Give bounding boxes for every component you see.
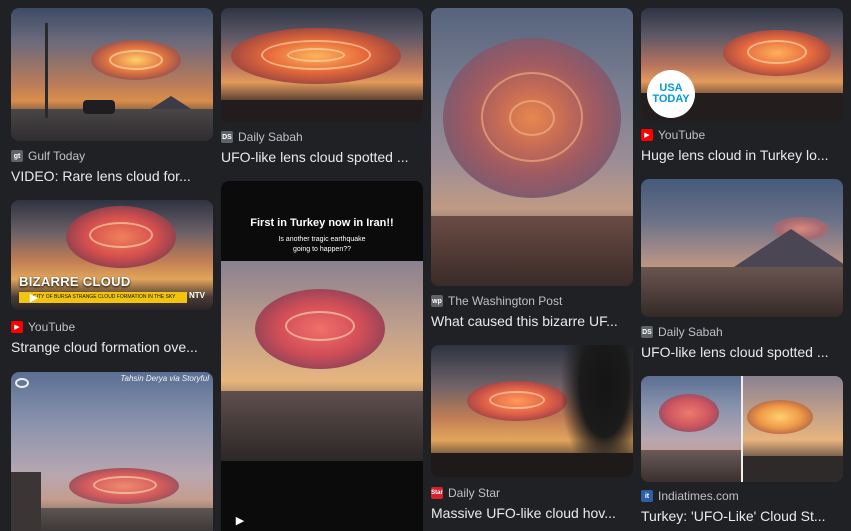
gulf-today-icon: gt <box>11 150 23 162</box>
result-thumbnail[interactable] <box>641 376 843 482</box>
result-source: Star Daily Star <box>431 485 633 501</box>
result-card-indiatimes[interactable]: it Indiatimes.com Turkey: 'UFO-Like' Clo… <box>641 376 843 531</box>
result-source: wp The Washington Post <box>431 293 633 309</box>
video-overlay-subtext: Is another tragic earthquake <box>278 236 366 243</box>
washington-post-icon: wp <box>431 295 443 307</box>
street-pole <box>45 23 48 118</box>
result-card-daily-star[interactable]: Star Daily Star Massive UFO-like cloud h… <box>431 345 633 525</box>
lens-cloud <box>659 394 719 432</box>
result-thumbnail[interactable]: BIZARRE CLOUD FORMATION CITY OF BURSA ST… <box>11 200 213 310</box>
lens-cloud <box>747 400 813 434</box>
daily-sabah-icon: DS <box>641 326 653 338</box>
usa-today-logo: USA TODAY <box>647 70 695 118</box>
source-name: YouTube <box>658 128 706 142</box>
source-name: The Washington Post <box>448 294 563 308</box>
play-icon[interactable]: ▶ <box>23 286 45 308</box>
cloud-ring <box>89 222 153 248</box>
result-card-daily-sabah[interactable]: DS Daily Sabah UFO-like lens cloud spott… <box>221 8 423 168</box>
result-source: DS Daily Sabah <box>221 129 423 145</box>
cloud-ring <box>109 50 163 70</box>
youtube-icon: ▶ <box>641 129 653 141</box>
source-name: Daily Sabah <box>658 325 723 339</box>
result-card-gulf-today[interactable]: gt Gulf Today VIDEO: Rare lens cloud for… <box>11 8 213 186</box>
result-title[interactable]: Massive UFO-like cloud hov... <box>431 504 633 522</box>
result-source: ▶ YouTube <box>641 127 843 143</box>
source-name: YouTube <box>28 320 76 334</box>
source-name: Gulf Today <box>28 149 86 163</box>
cloud-ring <box>489 391 545 409</box>
result-card-daily-sabah-2[interactable]: DS Daily Sabah UFO-like lens cloud spott… <box>641 179 843 365</box>
result-thumbnail[interactable]: First in Turkey now in Iran!! Is another… <box>221 181 423 531</box>
indiatimes-icon: it <box>641 490 653 502</box>
thumbnail-right-half <box>743 376 843 482</box>
city-hillside <box>431 216 633 286</box>
result-thumbnail[interactable] <box>641 179 843 317</box>
result-title[interactable]: Turkey: 'UFO-Like' Cloud St... <box>641 507 843 525</box>
result-source: DS Daily Sabah <box>641 324 843 340</box>
video-overlay-heading: First in Turkey now in Iran!! <box>250 217 394 229</box>
result-source: ▶ YouTube <box>11 319 213 335</box>
result-title[interactable]: VIDEO: Rare lens cloud for... <box>11 167 213 185</box>
result-title[interactable]: Huge lens cloud in Turkey lo... <box>641 146 843 164</box>
result-title[interactable]: UFO-like lens cloud spotted ... <box>221 148 423 166</box>
buildings <box>641 450 741 482</box>
hills <box>743 456 843 482</box>
city <box>641 267 843 317</box>
video-overlay-subtext: going to happen?? <box>293 246 351 253</box>
result-title[interactable]: UFO-like lens cloud spotted ... <box>641 343 843 361</box>
result-title[interactable]: Strange cloud formation ove... <box>11 338 213 356</box>
result-card-storyful[interactable]: Tahsin Derya via Storyful <box>11 372 213 531</box>
cloud-ring <box>285 311 355 341</box>
result-thumbnail[interactable] <box>221 8 423 122</box>
daily-sabah-icon: DS <box>221 131 233 143</box>
daily-star-icon: Star <box>431 487 443 499</box>
rooftops <box>11 508 213 531</box>
result-source: it Indiatimes.com <box>641 488 843 504</box>
thumbnail-left-half <box>641 376 741 482</box>
mountain <box>731 229 843 269</box>
channel-logo: NTV <box>189 291 205 300</box>
result-card-iran-video[interactable]: First in Turkey now in Iran!! Is another… <box>221 181 423 531</box>
cloud-ring <box>287 48 345 62</box>
car <box>83 100 115 114</box>
source-name: Daily Star <box>448 486 501 500</box>
play-icon[interactable]: ▶ <box>229 509 251 531</box>
eye-icon[interactable] <box>15 378 29 388</box>
result-card-youtube-bizarre[interactable]: BIZARRE CLOUD FORMATION CITY OF BURSA ST… <box>11 200 213 362</box>
cloud-ring <box>747 40 807 64</box>
cloud-ring <box>509 100 555 136</box>
image-credit: Tahsin Derya via Storyful <box>120 374 209 383</box>
cloud-ring <box>93 476 157 494</box>
video-frame <box>221 261 423 461</box>
result-thumbnail[interactable]: Tahsin Derya via Storyful <box>11 372 213 531</box>
source-name: Indiatimes.com <box>658 489 739 503</box>
result-thumbnail[interactable] <box>11 8 213 141</box>
result-card-washington-post[interactable]: wp The Washington Post What caused this … <box>431 8 633 333</box>
apartment-buildings <box>221 391 423 461</box>
result-card-usa-today[interactable]: USA TODAY ▶ YouTube Huge lens cloud in T… <box>641 8 843 168</box>
hills <box>431 453 633 477</box>
result-thumbnail[interactable]: USA TODAY <box>641 8 843 121</box>
rooftops <box>221 100 423 122</box>
result-thumbnail[interactable] <box>431 345 633 477</box>
result-source: gt Gulf Today <box>11 148 213 164</box>
source-name: Daily Sabah <box>238 130 303 144</box>
result-thumbnail[interactable] <box>431 8 633 286</box>
tree <box>11 472 41 531</box>
result-title[interactable]: What caused this bizarre UF... <box>431 312 633 330</box>
youtube-icon: ▶ <box>11 321 23 333</box>
